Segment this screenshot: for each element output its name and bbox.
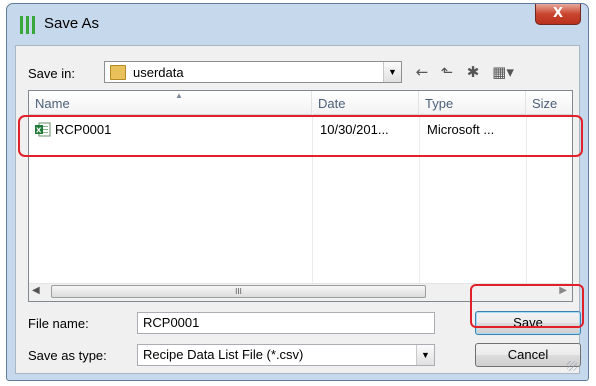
save-in-value: userdata: [133, 65, 184, 80]
view-menu-icon[interactable]: ▦▾: [488, 61, 518, 83]
file-name-input[interactable]: RCP0001: [137, 312, 435, 334]
cancel-button[interactable]: Cancel: [475, 343, 581, 367]
column-type[interactable]: Type: [419, 91, 526, 114]
chevron-down-icon[interactable]: ▼: [416, 345, 434, 365]
column-header: Name Date Type Size ▲: [29, 91, 572, 115]
dialog-title: Save As: [44, 15, 100, 32]
sort-ascending-icon: ▲: [175, 91, 183, 100]
save-as-type-value: Recipe Data List File (*.csv): [143, 347, 304, 362]
resize-grip[interactable]: [567, 361, 577, 371]
save-in-label: Save in:: [28, 66, 75, 81]
back-arrow-icon[interactable]: ←: [412, 61, 432, 83]
up-folder-icon[interactable]: ⬑: [436, 61, 458, 83]
app-icon: [20, 16, 36, 34]
save-as-type-label: Save as type:: [28, 348, 107, 363]
new-folder-icon[interactable]: ✱: [462, 61, 484, 83]
folder-icon: [110, 65, 126, 80]
close-button[interactable]: X: [535, 4, 581, 25]
chevron-down-icon[interactable]: ▼: [383, 62, 401, 82]
scroll-left-icon[interactable]: ◀: [32, 285, 40, 296]
column-date[interactable]: Date: [312, 91, 419, 114]
file-row-highlight: [18, 115, 583, 157]
save-button-highlight: [470, 284, 584, 328]
column-size[interactable]: Size: [526, 91, 576, 114]
file-name-label: File name:: [28, 316, 89, 331]
save-in-dropdown[interactable]: userdata ▼: [104, 61, 402, 83]
scroll-thumb[interactable]: III: [51, 285, 426, 298]
title-bar[interactable]: Save As X: [7, 4, 588, 42]
column-name[interactable]: Name: [29, 91, 312, 114]
save-as-type-dropdown[interactable]: Recipe Data List File (*.csv) ▼: [137, 344, 435, 366]
